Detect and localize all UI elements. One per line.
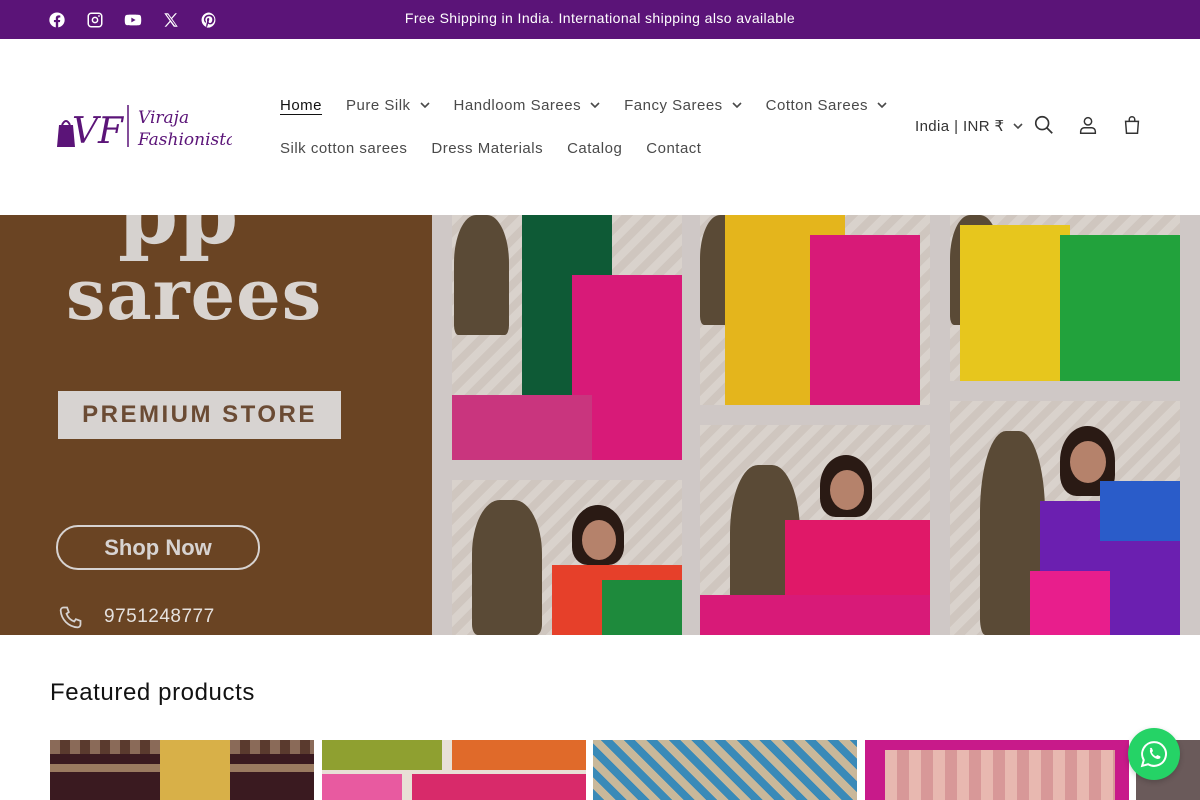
product-card-3[interactable] [593, 740, 857, 800]
hero-photo-1 [452, 215, 682, 460]
search-icon[interactable] [1030, 111, 1058, 139]
hero-text-panel: pp sarees PREMIUM STORE Shop Now 9751248… [0, 215, 432, 635]
nav-fancy-sarees[interactable]: Fancy Sarees [612, 97, 754, 114]
nav-label: Cotton Sarees [765, 96, 869, 114]
nav-cotton-sarees[interactable]: Cotton Sarees [754, 97, 899, 114]
nav-contact[interactable]: Contact [634, 140, 713, 157]
logo-text-line1: Viraja [138, 108, 189, 128]
nav-catalog[interactable]: Catalog [555, 140, 634, 157]
logo-text-line2: Fashionista [137, 130, 232, 150]
nav-home[interactable]: Home [268, 97, 334, 114]
hero-photo-2 [452, 480, 682, 635]
premium-store-badge: PREMIUM STORE [58, 391, 341, 439]
hero-photo-6 [950, 401, 1180, 635]
product-card-4[interactable] [865, 740, 1129, 800]
chevron-down-icon [1012, 123, 1023, 129]
nav-silk-cotton-sarees[interactable]: Silk cotton sarees [268, 140, 419, 157]
nav-label: Catalog [567, 139, 623, 157]
country-label: India | INR ₹ [915, 118, 1005, 135]
hero-title: sarees [66, 253, 323, 336]
logo[interactable]: VF Viraja Fashionista [56, 99, 236, 155]
nav-label: Contact [646, 139, 702, 157]
featured-products-heading: Featured products [50, 679, 255, 706]
whatsapp-icon [1140, 741, 1167, 768]
nav-label: Dress Materials [431, 139, 544, 157]
logo-monogram: VF [72, 111, 125, 152]
account-icon[interactable] [1074, 111, 1102, 139]
announcement-bar: Free Shipping in India. International sh… [0, 0, 1200, 39]
main-nav-row-1: Home Pure Silk Handloom Sarees Fancy Sar… [268, 90, 899, 120]
nav-dress-materials[interactable]: Dress Materials [419, 140, 555, 157]
hero-photo-5 [950, 215, 1180, 381]
cart-icon[interactable] [1118, 111, 1146, 139]
announcement-text: Free Shipping in India. International sh… [404, 10, 796, 26]
chevron-down-icon [590, 102, 600, 108]
phone-icon [59, 606, 82, 629]
nav-handloom-sarees[interactable]: Handloom Sarees [442, 97, 613, 114]
chevron-down-icon [877, 102, 887, 108]
chevron-down-icon [419, 102, 430, 108]
nav-label: Home [280, 96, 323, 114]
nav-label: Handloom Sarees [453, 96, 582, 114]
phone-number: 9751248777 [104, 606, 215, 627]
nav-pure-silk[interactable]: Pure Silk [334, 97, 442, 114]
hero-photo-4 [700, 425, 930, 635]
hero-photo-3 [700, 215, 930, 405]
nav-label: Fancy Sarees [624, 96, 723, 114]
nav-label: Silk cotton sarees [280, 139, 408, 157]
country-currency-selector[interactable]: India | INR ₹ [915, 117, 1023, 135]
main-nav-row-2: Silk cotton sarees Dress Materials Catal… [268, 133, 713, 163]
site-header: VF Viraja Fashionista Home Pure Silk Han… [0, 39, 1200, 215]
chevron-down-icon [732, 102, 742, 108]
shop-now-button[interactable]: Shop Now [56, 525, 260, 570]
product-card-2[interactable] [322, 740, 586, 800]
whatsapp-chat-button[interactable] [1128, 728, 1180, 780]
hero-banner[interactable]: pp sarees PREMIUM STORE Shop Now 9751248… [0, 215, 1200, 635]
nav-label: Pure Silk [346, 96, 411, 114]
product-card-1[interactable] [50, 740, 314, 800]
